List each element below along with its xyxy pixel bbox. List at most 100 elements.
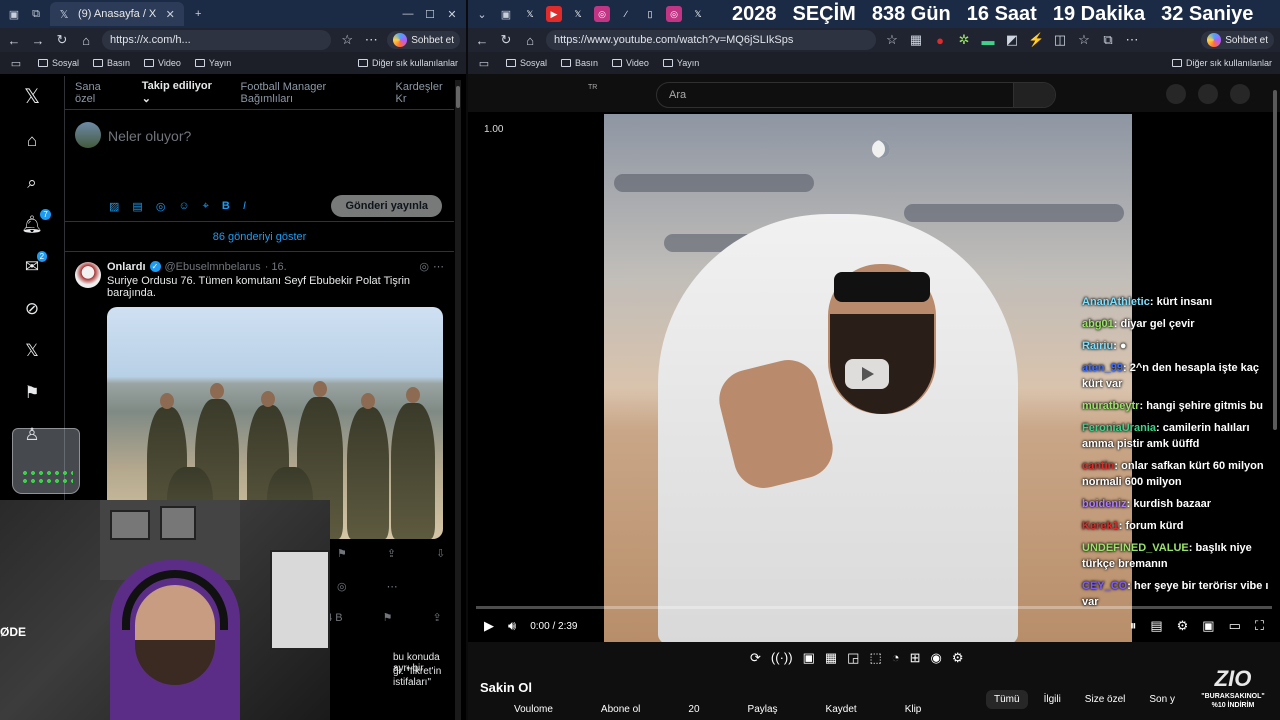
extension-icon[interactable]: ▦ (908, 32, 924, 48)
tab-x-icon[interactable]: 𝕏 (570, 6, 586, 22)
camera-icon[interactable]: ◉ (931, 650, 942, 666)
minimize-icon[interactable]: — (400, 6, 416, 22)
settings-icon[interactable]: ⚙ (1177, 618, 1189, 634)
create-icon[interactable] (1166, 84, 1186, 104)
chat-username[interactable]: FeroniaUrania (1082, 422, 1156, 434)
theater-mode-icon[interactable]: ▭ (1229, 618, 1241, 634)
bookmarks-icon[interactable]: ⚑ (24, 383, 39, 403)
refresh-icon[interactable]: ↻ (54, 32, 70, 48)
back-icon[interactable]: ← (6, 33, 22, 48)
fav-folder-yayin[interactable]: Yayın (662, 58, 699, 68)
fav-folder-video[interactable]: Video (144, 58, 181, 68)
chat-username[interactable]: aten_99 (1082, 362, 1123, 374)
notifications-icon[interactable]: 🔔︎ 7 (21, 209, 51, 235)
tab-x-icon[interactable]: 𝕏 (690, 6, 706, 22)
chat-username[interactable]: boideniz (1082, 498, 1127, 510)
messages-icon[interactable]: ✉ 2 (25, 251, 48, 277)
image-icon[interactable]: ▨ (109, 200, 119, 213)
screenshot-icon[interactable]: ▣ (803, 650, 815, 666)
url-field[interactable]: https://x.com/h... (102, 30, 332, 50)
extension-icon[interactable]: ✲ (956, 32, 972, 48)
favorite-star-icon[interactable]: ☆ (884, 32, 900, 48)
tab-list-fm[interactable]: Football Manager Bağımlıları (241, 81, 376, 105)
scroll-thumb[interactable] (456, 86, 460, 108)
tab-instagram-icon[interactable]: ◎ (666, 6, 682, 22)
bold-icon[interactable]: B (222, 200, 230, 213)
tab-list-kardesler[interactable]: Kardeşler Kr (396, 81, 454, 105)
grok-icon[interactable]: ⊘ (25, 299, 39, 319)
share-icon[interactable]: ⇪ (387, 547, 396, 560)
miniplayer-icon[interactable]: ▣ (1202, 618, 1214, 634)
emoji-icon[interactable]: ☺ (178, 200, 189, 213)
download-icon[interactable]: ⇩ (436, 547, 445, 560)
fav-folder-sosyal[interactable]: Sosyal (506, 58, 547, 68)
left-scrollbar[interactable] (455, 80, 461, 720)
location-icon[interactable]: ⌖ (203, 200, 209, 213)
tab-x-home[interactable]: 𝕏 (9) Anasayfa / X ✕ (50, 2, 185, 26)
pip-icon[interactable]: ◲ (847, 650, 859, 666)
extension-icon[interactable]: ● (932, 33, 948, 48)
workspaces-icon[interactable]: ▣ (6, 6, 22, 22)
tab-x-icon[interactable]: 𝕏 (522, 6, 538, 22)
crop-icon[interactable]: ⬚ (869, 650, 881, 666)
new-tab-icon[interactable]: + (190, 6, 206, 22)
play-overlay-button[interactable] (845, 359, 889, 389)
url-field[interactable]: https://www.youtube.com/watch?v=MQ6jSLIk… (546, 30, 876, 50)
subscribe-button[interactable]: Abone ol (601, 704, 640, 715)
save-button[interactable]: Kaydet (826, 704, 857, 715)
favorites-icon[interactable]: ▭ (476, 55, 492, 71)
avatar[interactable] (1230, 84, 1250, 104)
gif-icon[interactable]: ▤ (132, 200, 142, 213)
chip-recent[interactable]: Son y (1141, 690, 1183, 709)
tab-list-icon[interactable]: ⌄ (474, 6, 490, 22)
forward-icon[interactable]: → (30, 33, 46, 48)
tweet-time[interactable]: · 16. (265, 261, 287, 273)
more-icon[interactable]: ⋯ (387, 580, 398, 593)
chat-username[interactable]: AnanAthletic (1082, 296, 1150, 308)
tab-actions-icon[interactable]: ⧉ (28, 6, 44, 22)
settings-icon[interactable]: ⚙ (952, 650, 964, 666)
copilot-chat-button[interactable]: Sohbet et (1201, 31, 1274, 49)
clip-button[interactable]: Klip (905, 704, 922, 715)
bookmark-icon[interactable]: ⚑ (383, 611, 393, 624)
search-icon[interactable]: ⌕ (27, 173, 37, 193)
search-input[interactable]: Ara (656, 82, 1056, 108)
grok-icon[interactable]: ◎ (419, 260, 429, 273)
tweet-handle[interactable]: @Ebuselmnbelarus (165, 261, 261, 273)
chip-for-you[interactable]: Size özel (1077, 690, 1134, 709)
compose-input[interactable]: Neler oluyor? (108, 128, 191, 144)
bookmark-icon[interactable]: ⚑ (337, 547, 347, 560)
close-window-icon[interactable]: ✕ (444, 6, 460, 22)
maximize-icon[interactable]: ☐ (422, 6, 438, 22)
workspaces-icon[interactable]: ▣ (498, 6, 514, 22)
refresh-icon[interactable]: ↻ (498, 32, 514, 48)
extension-icon[interactable]: ▬ (980, 33, 996, 48)
extension-icon[interactable]: ◩ (1004, 32, 1020, 48)
clip-icon[interactable]: ▦ (825, 650, 837, 666)
split-screen-icon[interactable]: ◫ (1052, 32, 1068, 48)
volume-icon[interactable]: 🔊︎ (508, 618, 516, 634)
right-scrollbar[interactable] (1272, 80, 1278, 720)
notifications-icon[interactable] (1198, 84, 1218, 104)
chat-username[interactable]: Kerek1 (1082, 520, 1119, 532)
back-icon[interactable]: ← (474, 33, 490, 48)
extension-icon[interactable]: ⚡ (1028, 32, 1044, 48)
x-home-logo-icon[interactable]: 𝕏 (24, 84, 40, 109)
fav-folder-basin[interactable]: Basın (561, 58, 598, 68)
tab-for-you[interactable]: Sana özel (75, 81, 122, 105)
share-button[interactable]: Paylaş (748, 704, 778, 715)
fav-folder-sosyal[interactable]: Sosyal (38, 58, 79, 68)
chat-username[interactable]: CEY_CO (1082, 580, 1127, 592)
fav-other[interactable]: Diğer sık kullanılanlar (1171, 58, 1272, 68)
tab-instagram-icon[interactable]: ◎ (594, 6, 610, 22)
loop-icon[interactable]: ⟳ (750, 650, 761, 666)
chip-related[interactable]: İlgili (1036, 690, 1069, 709)
chat-username[interactable]: abg01 (1082, 318, 1114, 330)
more-menu-icon[interactable]: ⋯ (363, 32, 379, 48)
more-menu-icon[interactable]: ⋯ (1124, 32, 1140, 48)
speed-icon[interactable]: ◔ (892, 650, 900, 666)
more-icon[interactable]: ⋯ (433, 260, 444, 273)
chat-username[interactable]: cantin (1082, 460, 1114, 472)
fav-folder-video[interactable]: Video (612, 58, 649, 68)
fullscreen-icon[interactable]: ⛶ (1255, 618, 1264, 634)
